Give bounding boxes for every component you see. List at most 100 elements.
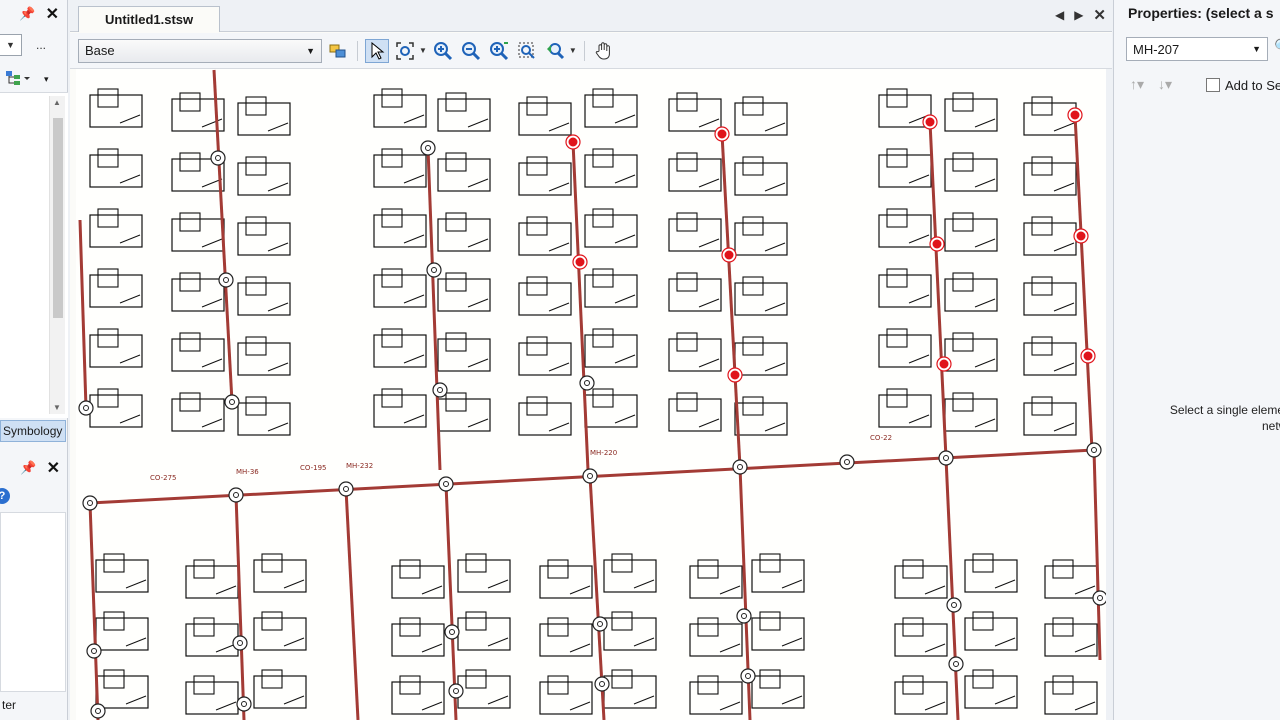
selected-node-dot[interactable]: [1070, 110, 1080, 120]
manhole-node-dot[interactable]: [737, 464, 743, 470]
select-tool-button[interactable]: [365, 38, 389, 63]
pipe[interactable]: [212, 69, 234, 403]
pipe[interactable]: [720, 133, 742, 468]
manhole-node-dot[interactable]: [953, 661, 959, 667]
tree-scrollbar[interactable]: ▲ ▼: [49, 96, 65, 414]
manhole-node-dot[interactable]: [229, 399, 235, 405]
navigate-down-icon[interactable]: ↓▾: [1158, 76, 1172, 93]
manhole-node-dot[interactable]: [83, 405, 89, 411]
close-icon[interactable]: ✕: [46, 4, 59, 24]
pin-icon[interactable]: 📌: [20, 460, 36, 476]
manhole-node-dot[interactable]: [597, 621, 603, 627]
pipe[interactable]: [571, 141, 590, 471]
zoom-in-button[interactable]: [431, 39, 455, 63]
selected-node-dot[interactable]: [575, 257, 585, 267]
scroll-thumb[interactable]: [53, 118, 63, 318]
pipe[interactable]: [944, 457, 960, 720]
manhole-node-dot[interactable]: [584, 380, 590, 386]
pipe[interactable]: [234, 494, 246, 720]
element-select[interactable]: MH-207 ▼: [1126, 37, 1268, 61]
manhole-node-dot[interactable]: [233, 492, 239, 498]
selected-node-dot[interactable]: [939, 359, 949, 369]
more-button[interactable]: ...: [36, 38, 46, 52]
navigate-up-icon[interactable]: ↑▾: [1130, 76, 1144, 93]
building-outline: [97, 268, 119, 288]
selected-node-dot[interactable]: [724, 250, 734, 260]
manhole-node-dot[interactable]: [449, 629, 455, 635]
drawing-canvas[interactable]: MH-220 MH-232 MH-36 CO-275 CO-195 CO-22: [76, 69, 1106, 720]
manhole-node-dot[interactable]: [745, 673, 751, 679]
pipe[interactable]: [78, 219, 88, 409]
manhole-node-dot[interactable]: [951, 602, 957, 608]
manhole-node-dot[interactable]: [437, 387, 443, 393]
manhole-node-dot[interactable]: [587, 473, 593, 479]
close-document-icon[interactable]: ✕: [1093, 6, 1106, 24]
selected-node-dot[interactable]: [568, 137, 578, 147]
building-outline: [548, 122, 570, 132]
layer-manager-button[interactable]: [326, 39, 350, 63]
manhole-node-dot[interactable]: [599, 681, 605, 687]
pin-icon[interactable]: 📌: [19, 6, 35, 22]
manhole-node-dot[interactable]: [453, 688, 459, 694]
tree-add-icon[interactable]: [4, 70, 30, 89]
building-outline: [1052, 617, 1074, 637]
manhole-node-dot[interactable]: [425, 145, 431, 151]
manhole-node-dot[interactable]: [1097, 595, 1103, 601]
manhole-node-dot[interactable]: [95, 708, 101, 714]
dropdown-arrow-icon[interactable]: ▼: [569, 46, 577, 55]
scroll-left-icon[interactable]: ◀: [1055, 8, 1064, 22]
pan-tool-button[interactable]: [592, 39, 616, 63]
building-outline: [592, 388, 614, 408]
scenario-dropdown[interactable]: ▼: [0, 34, 22, 56]
tab-symbology[interactable]: Symbology: [0, 420, 66, 442]
panel-menu-icon[interactable]: ▾: [44, 74, 49, 85]
manhole-node-dot[interactable]: [215, 155, 221, 161]
pipe[interactable]: [344, 488, 360, 720]
manhole-node-dot[interactable]: [237, 640, 243, 646]
map-label: CO-275: [150, 474, 176, 482]
building-outline: [467, 298, 489, 308]
scroll-down-icon[interactable]: ▼: [53, 403, 61, 412]
manhole-node-dot[interactable]: [343, 486, 349, 492]
manhole-node-dot[interactable]: [223, 277, 229, 283]
add-to-selection-checkbox[interactable]: [1206, 78, 1220, 92]
zoom-previous-button[interactable]: [543, 39, 567, 63]
manhole-node-dot[interactable]: [844, 459, 850, 465]
zoom-realtime-button[interactable]: [487, 39, 511, 63]
building-outline: [179, 212, 201, 232]
building-outline: [547, 675, 569, 695]
manhole-node-dot[interactable]: [741, 613, 747, 619]
zoom-extents-button[interactable]: [393, 39, 417, 63]
layer-select[interactable]: Base ▼: [78, 38, 322, 63]
close-icon[interactable]: ✕: [47, 458, 60, 478]
zoom-out-button[interactable]: [459, 39, 483, 63]
pipe[interactable]: [928, 121, 948, 459]
building-outline: [267, 422, 289, 432]
scroll-right-icon[interactable]: ▶: [1074, 8, 1083, 22]
selected-node-dot[interactable]: [925, 117, 935, 127]
pipe[interactable]: [88, 502, 100, 720]
manhole-node-dot[interactable]: [241, 701, 247, 707]
tab-untitled1[interactable]: Untitled1.stsw: [78, 6, 221, 32]
building-outline: [1052, 675, 1074, 695]
selected-node-dot[interactable]: [1076, 231, 1086, 241]
zoom-window-button[interactable]: [515, 39, 539, 63]
map-label: CO-22: [870, 434, 892, 442]
scroll-up-icon[interactable]: ▲: [53, 98, 61, 107]
manhole-node-dot[interactable]: [443, 481, 449, 487]
search-icon[interactable]: 🔍: [1274, 38, 1280, 55]
building-outline: [445, 332, 467, 352]
dropdown-arrow-icon[interactable]: ▼: [419, 46, 427, 55]
building-outline: [994, 695, 1016, 705]
selected-node-dot[interactable]: [717, 129, 727, 139]
manhole-node-dot[interactable]: [431, 267, 437, 273]
selected-node-dot[interactable]: [932, 239, 942, 249]
manhole-node-dot[interactable]: [87, 500, 93, 506]
manhole-node-dot[interactable]: [91, 648, 97, 654]
manhole-node-dot[interactable]: [943, 455, 949, 461]
selected-node-dot[interactable]: [730, 370, 740, 380]
manhole-node-dot[interactable]: [1091, 447, 1097, 453]
help-icon[interactable]: ?: [0, 488, 10, 504]
pipe[interactable]: [1073, 114, 1094, 451]
selected-node-dot[interactable]: [1083, 351, 1093, 361]
